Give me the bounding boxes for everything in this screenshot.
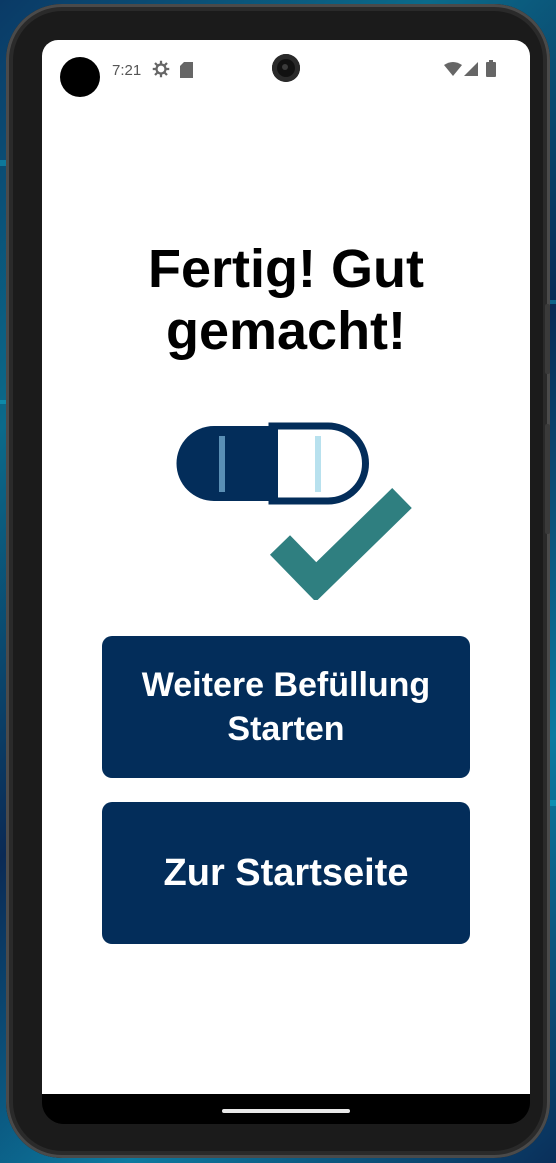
status-bar: 7:21 bbox=[42, 40, 530, 100]
go-to-home-button[interactable]: Zur Startseite bbox=[102, 802, 470, 944]
battery-icon bbox=[486, 60, 496, 77]
checkmark-icon bbox=[269, 487, 412, 600]
settings-gear-icon bbox=[152, 60, 170, 78]
volume-button bbox=[545, 424, 550, 534]
front-sensor bbox=[60, 57, 100, 97]
pill-check-illustration bbox=[176, 422, 412, 600]
cell-signal-icon bbox=[464, 62, 478, 76]
capsule-icon bbox=[176, 422, 369, 505]
wifi-icon bbox=[444, 62, 462, 76]
navigation-bar bbox=[42, 1094, 530, 1124]
sd-card-icon bbox=[180, 62, 193, 78]
app-view: 7:21 Fertig! Gut gemacht! Weitere Befüll… bbox=[42, 40, 530, 1094]
start-more-filling-button[interactable]: Weitere Befüllung Starten bbox=[102, 636, 470, 778]
status-time: 7:21 bbox=[112, 62, 142, 79]
phone-screen: 7:21 Fertig! Gut gemacht! Weitere Befüll… bbox=[42, 40, 530, 1124]
phone-frame: 7:21 Fertig! Gut gemacht! Weitere Befüll… bbox=[6, 4, 550, 1158]
completion-title: Fertig! Gut gemacht! bbox=[148, 239, 424, 361]
home-gesture-bar[interactable] bbox=[222, 1109, 350, 1113]
power-button bbox=[545, 304, 550, 374]
front-camera bbox=[272, 54, 300, 82]
